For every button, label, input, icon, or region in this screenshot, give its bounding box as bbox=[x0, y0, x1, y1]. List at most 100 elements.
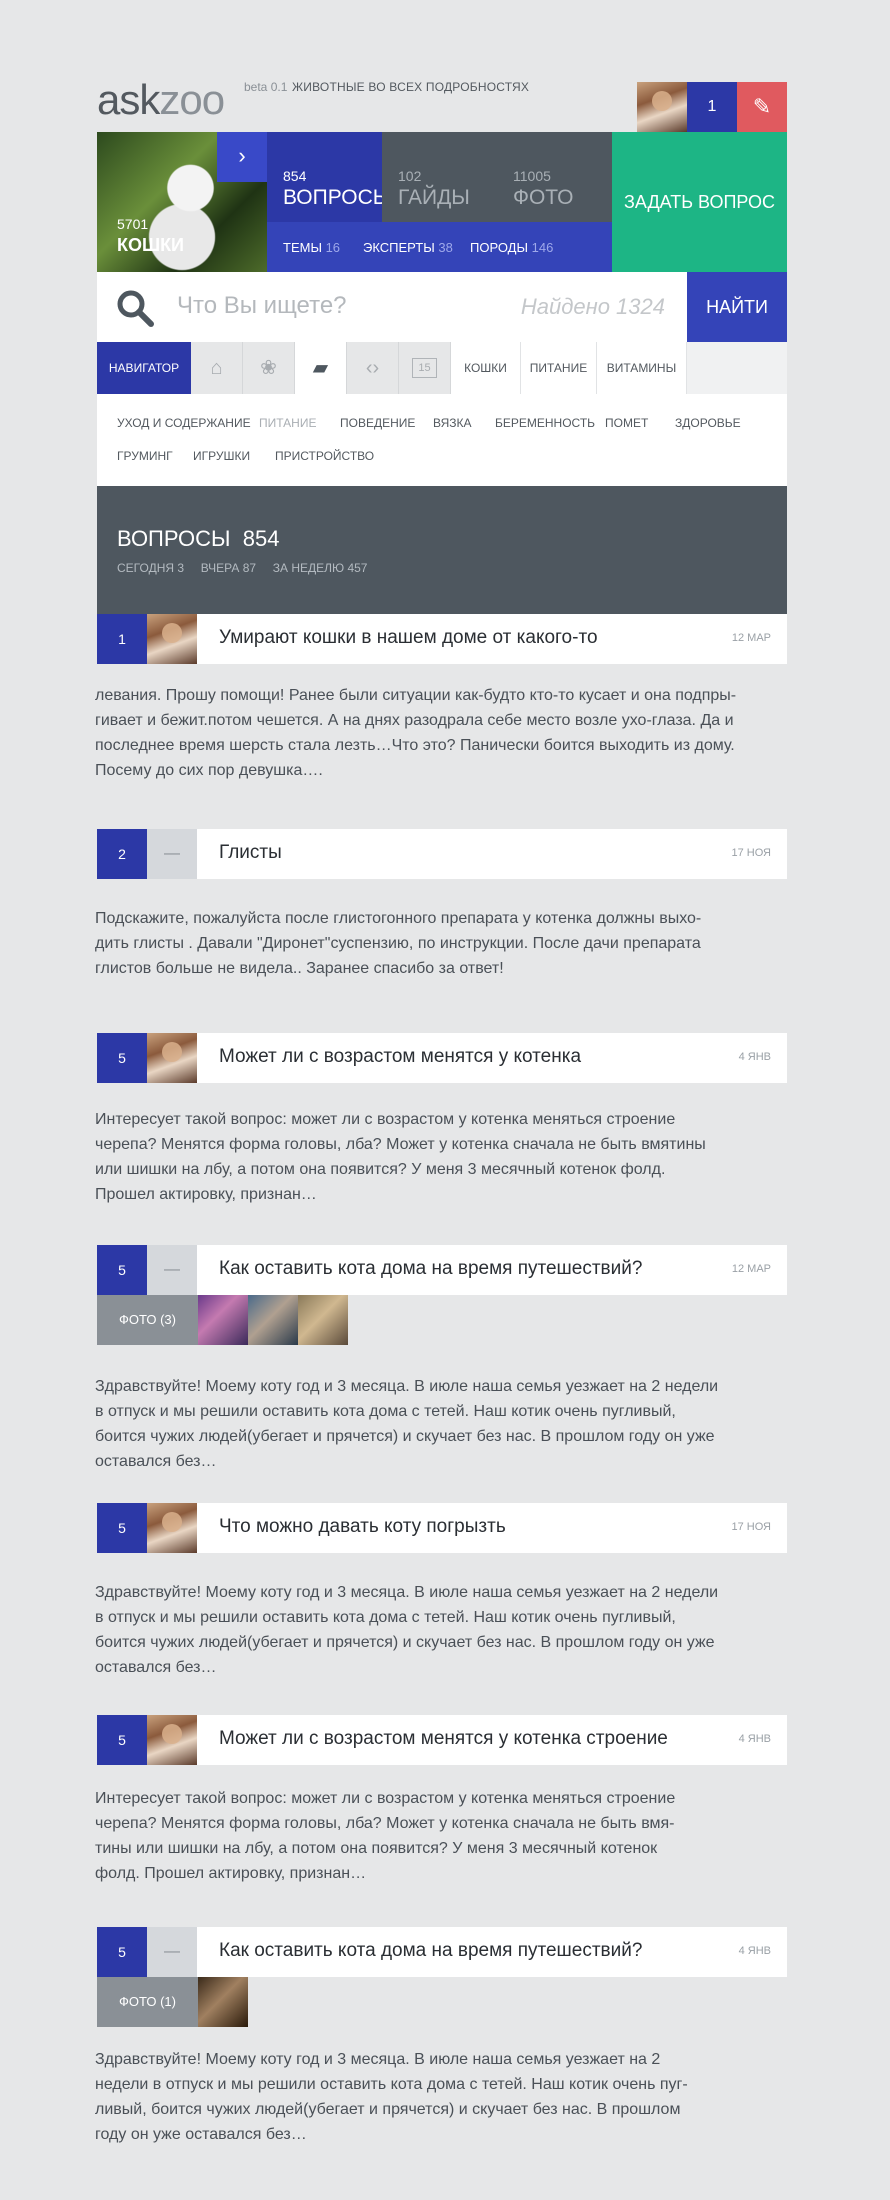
chevron-right-icon[interactable]: › bbox=[217, 132, 267, 182]
question-header[interactable]: 5 Может ли с возрастом менятся у котенка… bbox=[97, 1033, 787, 1083]
question-title[interactable]: Как оставить кота дома на время путешест… bbox=[219, 1940, 642, 1962]
excerpt-line: оставался без… bbox=[95, 1453, 217, 1470]
no-avatar-dash: — bbox=[147, 1245, 197, 1295]
question-excerpt: Подскажите, пожалуйста после глистогонно… bbox=[95, 906, 745, 981]
question-excerpt: Интересует такой вопрос: может ли с возр… bbox=[95, 1786, 745, 1886]
excerpt-line: Посему до сих пор девушка…. bbox=[95, 762, 323, 779]
home-icon[interactable]: ⌂ bbox=[191, 342, 243, 394]
experts-count: 38 bbox=[438, 240, 453, 255]
search-bar[interactable]: Что Вы ищете? Найдено 1324 bbox=[97, 272, 687, 342]
question-date: 12 МАР bbox=[731, 632, 771, 644]
tile-photos[interactable]: 11005 ФОТО bbox=[497, 132, 612, 232]
excerpt-line: тины или шишки на лбу, а потом она появи… bbox=[95, 1840, 658, 1857]
tab-nutrition[interactable]: ПИТАНИЕ bbox=[521, 342, 597, 394]
author-avatar[interactable] bbox=[147, 1503, 197, 1553]
code-icon[interactable]: ‹› bbox=[347, 342, 399, 394]
question-header[interactable]: 5 — Как оставить кота дома на время путе… bbox=[97, 1245, 787, 1295]
author-avatar[interactable] bbox=[147, 614, 197, 664]
navigator-button[interactable]: НАВИГАТОР bbox=[97, 342, 191, 394]
category-links: УХОД И СОДЕРЖАНИЕ ПИТАНИЕ ПОВЕДЕНИЕ ВЯЗК… bbox=[97, 394, 787, 486]
tab-vitamins[interactable]: ВИТАМИНЫ bbox=[597, 342, 687, 394]
question-date: 4 ЯНВ bbox=[738, 1945, 771, 1957]
category-link[interactable]: ИГРУШКИ bbox=[193, 449, 250, 463]
excerpt-line: последнее время шерсть стала лезть…Что э… bbox=[95, 737, 735, 754]
question-header[interactable]: 5 Что можно давать коту погрызть 17 НОЯ bbox=[97, 1503, 787, 1553]
search-button[interactable]: НАЙТИ bbox=[687, 272, 787, 342]
tab-cats[interactable]: КОШКИ bbox=[451, 342, 521, 394]
excerpt-line: Подскажите, пожалуйста после глистогонно… bbox=[95, 910, 702, 927]
search-found-count: Найдено 1324 bbox=[520, 294, 665, 319]
calendar-day: 15 bbox=[412, 358, 437, 378]
search-icon bbox=[117, 290, 154, 327]
category-link[interactable]: ГРУМИНГ bbox=[117, 449, 173, 463]
questions-banner: ВОПРОСЫ 854 СЕГОДНЯ 3 ВЧЕРА 87 ЗА НЕДЕЛЮ… bbox=[97, 486, 787, 614]
subnav-experts[interactable]: ЭКСПЕРТЫ 38 bbox=[363, 240, 453, 255]
question-header[interactable]: 5 — Как оставить кота дома на время путе… bbox=[97, 1927, 787, 1977]
user-avatar[interactable] bbox=[637, 82, 687, 132]
excerpt-line: ливый, боится чужих людей(убегает и пряч… bbox=[95, 2101, 681, 2118]
category-link[interactable]: ЗДОРОВЬЕ bbox=[675, 416, 741, 430]
tile-guides[interactable]: 102 ГАЙДЫ bbox=[382, 132, 497, 232]
category-link[interactable]: ПИТАНИЕ bbox=[259, 416, 316, 430]
question-header[interactable]: 2 — Глисты 17 НОЯ bbox=[97, 829, 787, 879]
stat-yesterday: ВЧЕРА 87 bbox=[200, 561, 257, 575]
excerpt-line: фолд. Прошел актировку, признан… bbox=[95, 1865, 367, 1882]
hero-subnav: ТЕМЫ 16 ЭКСПЕРТЫ 38 ПОРОДЫ 146 bbox=[267, 222, 612, 272]
calendar-icon[interactable]: 15 bbox=[399, 342, 451, 394]
folder-icon[interactable]: ▰ bbox=[295, 342, 347, 394]
subnav-topics[interactable]: ТЕМЫ 16 bbox=[283, 240, 340, 255]
category-link[interactable]: ПРИСТРОЙСТВО bbox=[275, 449, 374, 463]
logo[interactable]: askzoo bbox=[97, 75, 225, 125]
logo-part-ask: ask bbox=[97, 76, 160, 123]
question-title[interactable]: Что можно давать коту погрызть bbox=[219, 1516, 506, 1538]
search-input[interactable]: Что Вы ищете? bbox=[177, 292, 347, 320]
photo-thumbnail[interactable] bbox=[298, 1295, 348, 1345]
category-link[interactable]: УХОД И СОДЕРЖАНИЕ bbox=[117, 416, 251, 430]
notifications-count[interactable]: 1 bbox=[687, 82, 737, 132]
pencil-icon[interactable]: ✎ bbox=[737, 82, 787, 132]
subnav-breeds[interactable]: ПОРОДЫ 146 bbox=[470, 240, 553, 255]
photo-thumbnail[interactable] bbox=[198, 1295, 248, 1345]
question-date: 4 ЯНВ bbox=[738, 1051, 771, 1063]
question-header[interactable]: 5 Может ли с возрастом менятся у котенка… bbox=[97, 1715, 787, 1765]
author-avatar[interactable] bbox=[147, 1715, 197, 1765]
category-link[interactable]: БЕРЕМЕННОСТЬ bbox=[495, 416, 595, 430]
guides-label: ГАЙДЫ bbox=[398, 186, 470, 209]
no-avatar-dash: — bbox=[147, 1927, 197, 1977]
question-title[interactable]: Как оставить кота дома на время путешест… bbox=[219, 1258, 642, 1280]
question-title[interactable]: Умирают кошки в нашем доме от какого-то bbox=[219, 627, 598, 649]
answer-count: 1 bbox=[97, 614, 147, 664]
question-date: 12 МАР bbox=[731, 1263, 771, 1275]
photo-thumbnail[interactable] bbox=[198, 1977, 248, 2027]
excerpt-line: или шишки на лбу, а потом она появится? … bbox=[95, 1161, 666, 1178]
category-link[interactable]: ВЯЗКА bbox=[433, 416, 472, 430]
paw-icon[interactable]: ❀ bbox=[243, 342, 295, 394]
question-title[interactable]: Может ли с возрастом менятся у котенка с… bbox=[219, 1728, 668, 1750]
beta-label: beta 0.1 bbox=[244, 80, 288, 94]
question-header[interactable]: 1 Умирают кошки в нашем доме от какого-т… bbox=[97, 614, 787, 664]
stat-week: ЗА НЕДЕЛЮ 457 bbox=[272, 561, 368, 575]
photos-count: 11005 bbox=[513, 168, 551, 184]
ask-question-button[interactable]: ЗАДАТЬ ВОПРОС bbox=[612, 132, 787, 272]
question-title[interactable]: Глисты bbox=[219, 842, 282, 864]
tile-questions[interactable]: 854 ВОПРОСЫ bbox=[267, 132, 391, 232]
excerpt-line: недели в отпуск и мы решили оставить кот… bbox=[95, 2076, 688, 2093]
excerpt-line: в отпуск и мы решили оставить кота дома … bbox=[95, 1403, 676, 1420]
question-excerpt: левания. Прошу помощи! Ранее были ситуац… bbox=[95, 683, 745, 783]
category-link[interactable]: ПОМЕТ bbox=[605, 416, 648, 430]
photo-thumbnail[interactable] bbox=[248, 1295, 298, 1345]
author-avatar[interactable] bbox=[147, 1033, 197, 1083]
question-excerpt: Здравствуйте! Моему коту год и 3 месяца.… bbox=[95, 1580, 745, 1680]
photos-button[interactable]: ФОТО (3) bbox=[97, 1295, 198, 1345]
experts-label: ЭКСПЕРТЫ bbox=[363, 240, 435, 255]
section-stats: СЕГОДНЯ 3 ВЧЕРА 87 ЗА НЕДЕЛЮ 457 bbox=[117, 561, 367, 575]
question-date: 17 НОЯ bbox=[731, 847, 772, 859]
section-title-text: ВОПРОСЫ bbox=[117, 526, 231, 551]
category-link[interactable]: ПОВЕДЕНИЕ bbox=[340, 416, 415, 430]
cats-count: 5701 bbox=[117, 216, 149, 232]
excerpt-line: в отпуск и мы решили оставить кота дома … bbox=[95, 1609, 676, 1626]
logo-part-zoo: zoo bbox=[159, 76, 225, 123]
question-title[interactable]: Может ли с возрастом менятся у котенка bbox=[219, 1046, 581, 1068]
breeds-count: 146 bbox=[531, 240, 554, 255]
photos-button[interactable]: ФОТО (1) bbox=[97, 1977, 198, 2027]
